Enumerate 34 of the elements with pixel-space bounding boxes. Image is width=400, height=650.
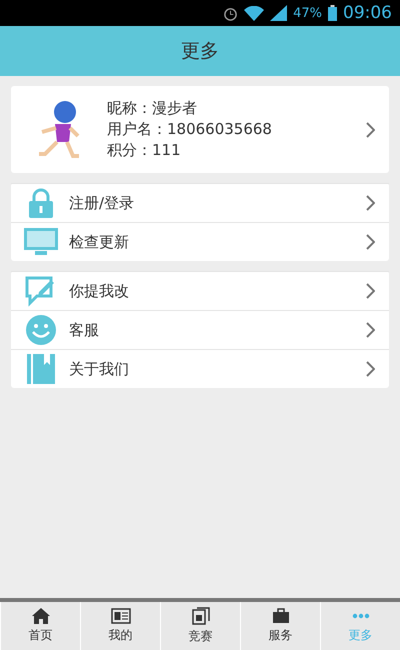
briefcase-icon xyxy=(272,608,290,624)
clock-time: 09:06 xyxy=(343,3,392,23)
tab-button[interactable]: 竞赛 xyxy=(160,602,240,650)
menu-item[interactable]: 注册/登录 xyxy=(11,183,389,222)
chevron-icon xyxy=(365,234,375,250)
chevron-icon xyxy=(365,283,375,299)
tab-button[interactable]: 首页 xyxy=(0,602,80,650)
profile-nickname: 昵称：漫步者 xyxy=(107,99,198,118)
profile-points: 积分：111 xyxy=(107,141,182,160)
menu-item[interactable]: 关于我们 xyxy=(11,349,389,388)
id-card-icon xyxy=(110,608,130,624)
tab-button[interactable]: 我的 xyxy=(80,602,160,650)
signal-icon xyxy=(270,5,288,21)
home-icon xyxy=(32,608,50,624)
smiley-icon xyxy=(25,314,57,346)
menu-item[interactable]: 客服 xyxy=(11,310,389,349)
chevron-icon xyxy=(365,122,375,138)
chevron-icon xyxy=(365,322,375,338)
tab-button[interactable]: 服务 xyxy=(240,602,320,650)
page-title: 更多 xyxy=(181,39,219,64)
menu-item[interactable]: 你提我改 xyxy=(11,271,389,310)
battery-icon xyxy=(328,5,337,21)
battery-percent: 47% xyxy=(293,6,322,20)
monitor-icon xyxy=(23,227,59,257)
menu-item[interactable]: 检查更新 xyxy=(11,222,389,261)
book-icon xyxy=(26,353,56,385)
alarm-icon xyxy=(223,6,238,20)
wifi-icon xyxy=(244,6,264,20)
chevron-icon xyxy=(365,195,375,211)
profile-username: 用户名：18066035668 xyxy=(107,120,273,139)
note-edit-icon xyxy=(25,275,57,307)
chevron-icon xyxy=(365,361,375,377)
profile-card[interactable]: 昵称：漫步者 用户名：18066035668 积分：111 xyxy=(11,86,389,173)
photo-frame-icon xyxy=(192,607,210,625)
